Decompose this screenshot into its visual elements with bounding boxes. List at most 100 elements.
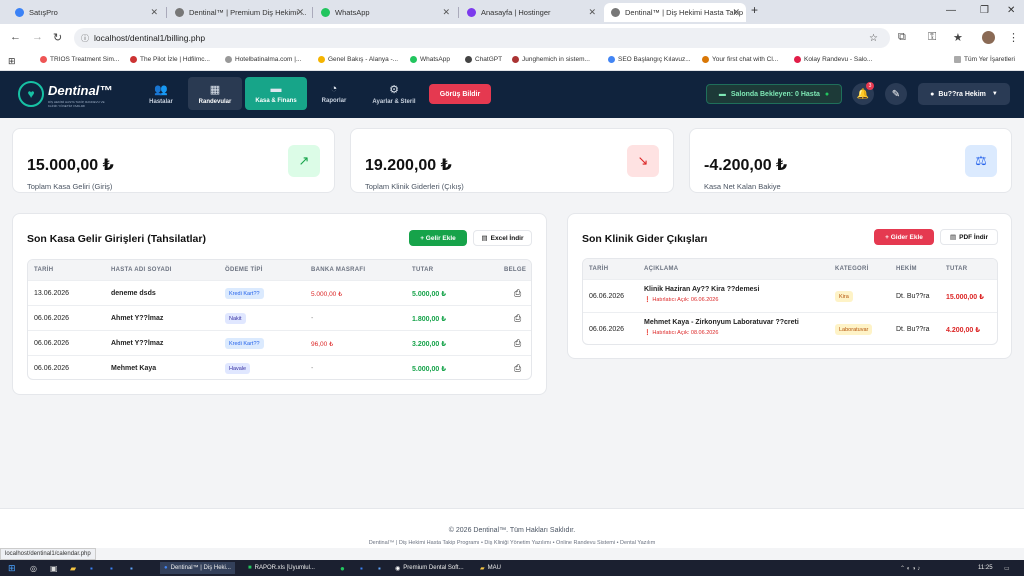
key-icon[interactable]: ⚿: [928, 31, 936, 44]
close-icon[interactable]: ✕: [588, 7, 596, 18]
search-icon[interactable]: ◎: [30, 562, 37, 574]
back-icon[interactable]: ←: [10, 31, 21, 43]
stat-card-balance: -4.200,00 ₺ Kasa Net Kalan Bakiye ⚖: [689, 128, 1012, 193]
app-icon[interactable]: ▪: [110, 562, 113, 574]
bookmark-item[interactable]: The Pilot İzle | Hdfilmc...: [130, 56, 210, 63]
category-badge: Kira: [835, 291, 853, 302]
browser-tab[interactable]: Anasayfa | Hostinger ✕: [460, 3, 602, 22]
waiting-room-status[interactable]: ▬ Salonda Bekleyen: 0 Hasta ●: [706, 84, 842, 104]
bookmarks-icon[interactable]: ★: [953, 31, 963, 44]
bookmark-item[interactable]: Kolay Randevu - Salo...: [794, 56, 872, 63]
print-icon[interactable]: ⎙: [514, 338, 521, 349]
table-header: TARİH HASTA ADI SOYADI ÖDEME TİPİ BANKA …: [28, 260, 531, 280]
menu-icon[interactable]: ⋮: [1008, 31, 1019, 44]
status-url: localhost/dentinal1/calendar.php: [0, 548, 96, 560]
table-row: 13.06.2026 deneme dsds Kredi Kart?? 5.00…: [28, 280, 531, 305]
page-footer: © 2026 Dentinal™. Tüm Hakları Saklıdır. …: [0, 508, 1024, 548]
print-icon[interactable]: ⎙: [514, 288, 521, 299]
browser-tab[interactable]: SatışPro ✕: [8, 3, 164, 22]
app-icon[interactable]: ▪: [130, 562, 133, 574]
taskbar-item[interactable]: ● Dentinal™ | Diş Heki...: [160, 562, 235, 574]
feedback-button[interactable]: Görüş Bildir: [429, 84, 491, 104]
excel-download-button[interactable]: ▤ Excel İndir: [473, 230, 532, 246]
start-icon[interactable]: ⊞: [8, 562, 16, 574]
taskbar-item[interactable]: ◉ Premium Dental Soft...: [395, 562, 464, 574]
close-icon[interactable]: ✕: [296, 7, 304, 18]
browser-tab-active[interactable]: Dentinal™ | Diş Hekimi Hasta Takip ✕: [604, 3, 746, 22]
url-input[interactable]: ⓘ localhost/dentinal1/billing.php ☆: [74, 28, 890, 48]
app-icon[interactable]: ▪: [360, 562, 363, 574]
new-tab-button[interactable]: +: [751, 3, 758, 17]
app-icon[interactable]: ▪: [378, 562, 381, 574]
users-icon: 👥: [154, 83, 168, 96]
bookmark-item[interactable]: ChatGPT: [465, 56, 502, 63]
close-icon[interactable]: ✕: [150, 7, 158, 18]
pdf-download-button[interactable]: ▤ PDF İndir: [940, 229, 998, 245]
forward-icon[interactable]: →: [32, 31, 43, 43]
all-bookmarks[interactable]: Tüm Yer İşaretleri: [954, 56, 1015, 63]
tray-icons[interactable]: ⌃ ◐ ◑ ♪: [900, 562, 920, 574]
logo-subtitle: DİŞ HEKİMİ HASTA TAKİP, RANDEVU VE KLİNİ…: [48, 100, 105, 108]
balance-scale-icon: ⚖: [965, 145, 997, 177]
footer-links: Dentinal™ | Diş Hekimi Hasta Takip Progr…: [368, 540, 656, 546]
income-panel: Son Kasa Gelir Girişleri (Tahsilatlar) +…: [12, 213, 547, 395]
browser-tab-strip: SatışPro ✕ Dentinal™ | Premium Diş Hekimi…: [0, 0, 1024, 24]
stat-label: Toplam Kasa Geliri (Giriş): [27, 182, 113, 191]
notification-center-icon[interactable]: ▭: [1004, 562, 1010, 574]
taskbar-item[interactable]: ▰ MAU: [480, 562, 501, 574]
bookmark-item[interactable]: SEO Başlangıç Kılavuz...: [608, 56, 691, 63]
table-row: 06.06.2026 Ahmet Y??lmaz Nakit - 1.800,0…: [28, 305, 531, 330]
bookmark-item[interactable]: TRIOS Treatment Sim...: [40, 56, 119, 63]
apps-icon[interactable]: ⊞: [8, 56, 16, 67]
tab-favicon-icon: [321, 8, 330, 17]
browser-tab[interactable]: Dentinal™ | Premium Diş Hekimi ... ✕: [168, 3, 310, 22]
nav-raporlar[interactable]: ◔ Raporlar: [307, 77, 361, 110]
profile-avatar[interactable]: [982, 31, 995, 44]
add-expense-button[interactable]: + Gider Ekle: [874, 229, 934, 245]
browser-tab[interactable]: WhatsApp ✕: [314, 3, 456, 22]
app-window-icon: ◉: [395, 565, 401, 572]
nav-randevular[interactable]: ▦ Randevular: [188, 77, 242, 110]
bookmark-item[interactable]: WhatsApp: [410, 56, 450, 63]
logo-tooth-icon: ♥: [18, 81, 44, 107]
wallet-icon: ▬: [270, 83, 282, 95]
close-icon[interactable]: ✕: [732, 7, 740, 18]
tab-favicon-icon: [611, 8, 620, 17]
minimize-icon[interactable]: —: [946, 5, 956, 16]
close-icon[interactable]: ✕: [442, 7, 450, 18]
app-navbar: ♥ Dentinal™ DİŞ HEKİMİ HASTA TAKİP, RAND…: [0, 71, 1024, 118]
print-icon[interactable]: ⎙: [514, 313, 521, 324]
taskbar-item[interactable]: ■ RAPOR.xls [Uyumlul...: [248, 562, 315, 574]
user-menu-button[interactable]: ● Bu??ra Hekim ▼: [918, 83, 1010, 105]
extensions-icon[interactable]: ⧉: [898, 31, 906, 44]
site-info-icon[interactable]: ⓘ: [81, 33, 89, 44]
edit-button[interactable]: ✎: [885, 83, 907, 105]
stat-card-income: 15.000,00 ₺ Toplam Kasa Geliri (Giriş) ↗: [12, 128, 335, 193]
folder-icon[interactable]: ▰: [70, 562, 76, 574]
stat-value: 19.200,00 ₺: [365, 157, 452, 174]
tab-favicon-icon: [15, 8, 24, 17]
print-icon[interactable]: ⎙: [514, 363, 521, 374]
income-title: Son Kasa Gelir Girişleri (Tahsilatlar): [27, 233, 206, 245]
add-income-button[interactable]: + Gelir Ekle: [409, 230, 467, 246]
task-view-icon[interactable]: ▣: [50, 562, 58, 574]
trend-down-icon: ↘: [627, 145, 659, 177]
table-header: TARİH AÇIKLAMA KATEGORİ HEKİM TUTAR: [583, 259, 997, 279]
nav-ayarlar-steril[interactable]: ⚙ Ayarlar & Steril: [366, 77, 422, 110]
reload-icon[interactable]: ↻: [53, 31, 62, 44]
bookmark-star-icon[interactable]: ☆: [869, 33, 878, 44]
reminder-note: ❗ Hatırlatıcı Açık: 06.06.2026: [644, 297, 719, 303]
bookmark-item[interactable]: Genel Bakış - Alanya -...: [318, 56, 398, 63]
app-logo[interactable]: Dentinal™: [48, 83, 112, 98]
bookmark-item[interactable]: Your first chat with Cl...: [702, 56, 778, 63]
bookmark-item[interactable]: Hotelbatinalma.com |...: [225, 56, 301, 63]
app-icon[interactable]: ●: [340, 562, 345, 574]
restore-icon[interactable]: ❐: [980, 5, 989, 16]
nav-kasa-finans[interactable]: ▬ Kasa & Finans: [245, 77, 307, 110]
category-badge: Laboratuvar: [835, 324, 873, 335]
app-icon[interactable]: ▪: [90, 562, 93, 574]
close-window-icon[interactable]: ✕: [1007, 5, 1015, 16]
clock[interactable]: 11:25: [978, 562, 993, 574]
bookmark-item[interactable]: Junghemich in sistem...: [512, 56, 590, 63]
nav-hastalar[interactable]: 👥 Hastalar: [134, 77, 188, 110]
